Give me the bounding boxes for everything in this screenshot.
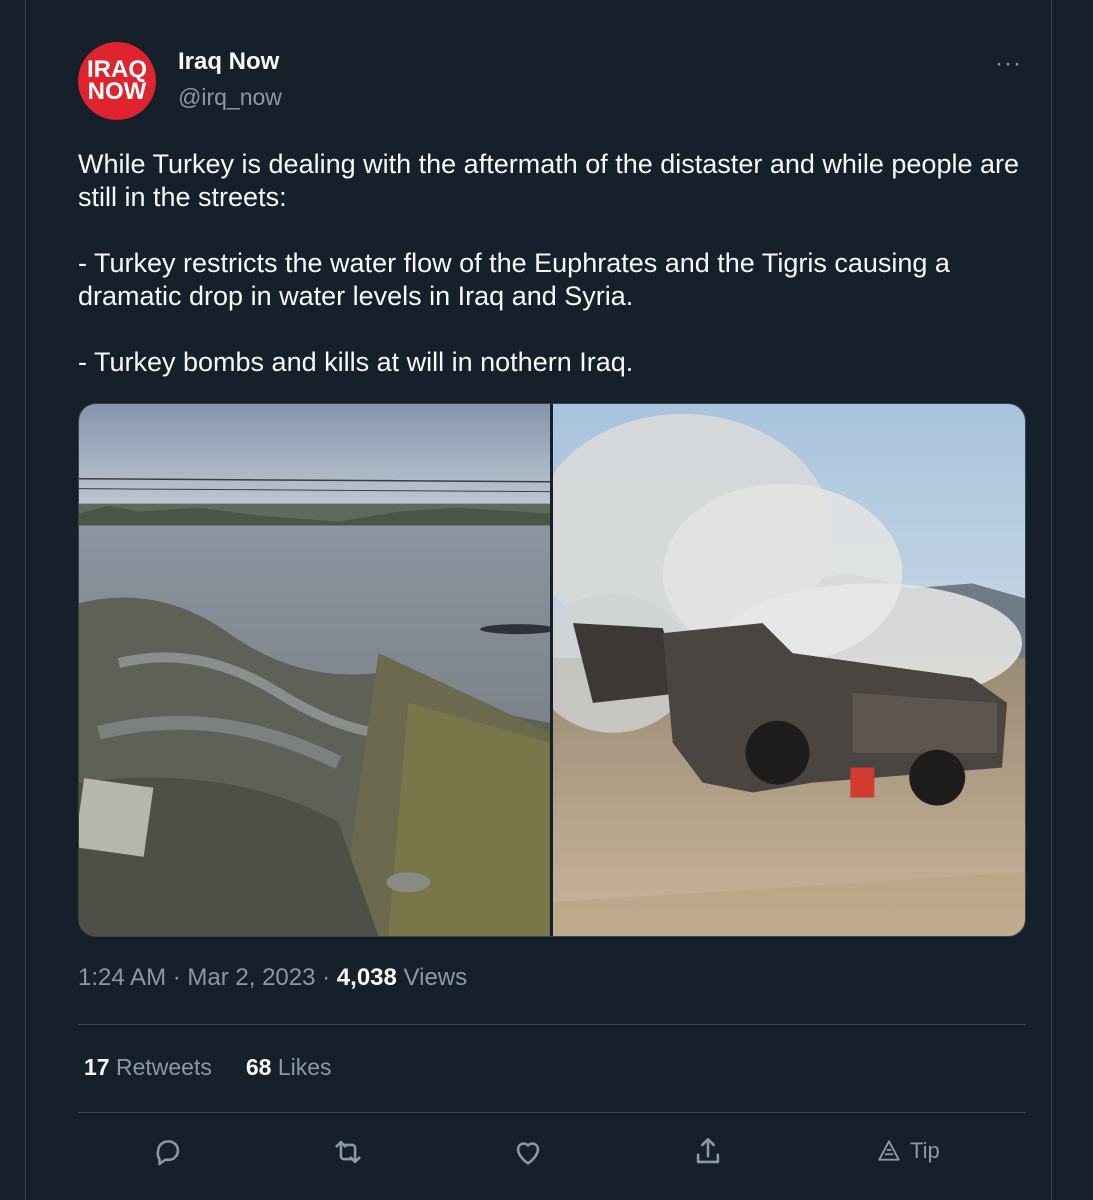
media-photo-burning-truck[interactable] (553, 404, 1025, 936)
avatar[interactable]: IRAQ NOW (78, 42, 156, 120)
divider (78, 1024, 1026, 1025)
tweet-paragraph: - Turkey bombs and kills at will in noth… (78, 347, 634, 377)
tweet-meta: 1:24 AM · Mar 2, 2023 · 4,038 Views (78, 964, 467, 992)
burning-truck-photo (553, 404, 1025, 936)
retweets-label: Retweets (115, 1054, 212, 1080)
like-icon (516, 1142, 540, 1165)
share-icon (696, 1137, 720, 1164)
author-name[interactable]: Iraq Now (178, 48, 279, 76)
tweet-stats: 17 Retweets 68 Likes (84, 1054, 332, 1081)
reply-icon (156, 1140, 180, 1166)
divider (78, 1112, 1026, 1113)
retweet-button[interactable] (326, 1130, 370, 1174)
likes-stat[interactable]: 68 Likes (246, 1054, 332, 1080)
retweets-stat[interactable]: 17 Retweets (84, 1054, 212, 1080)
retweet-icon (335, 1140, 361, 1164)
reply-button[interactable] (146, 1130, 190, 1174)
tweet-text: While Turkey is dealing with the afterma… (78, 148, 1038, 412)
avatar-logo-text: NOW (87, 78, 147, 105)
tip-icon (878, 1140, 900, 1161)
tweet-media (78, 403, 1026, 937)
tweet-actions: Tip (78, 1130, 1026, 1180)
views-count: 4,038 (336, 964, 397, 991)
tip-label: Tip (910, 1138, 940, 1163)
dry-river-photo (79, 404, 550, 936)
more-options-icon[interactable]: ··· (995, 50, 1022, 78)
tip-button[interactable]: Tip (876, 1138, 940, 1164)
retweets-count: 17 (84, 1054, 110, 1080)
media-photo-dry-river[interactable] (79, 404, 553, 936)
author-handle[interactable]: @irq_now (178, 84, 282, 111)
tweet-paragraph: - Turkey restricts the water flow of the… (78, 248, 950, 311)
share-button[interactable] (686, 1130, 730, 1174)
tweet-paragraph: While Turkey is dealing with the afterma… (78, 149, 1020, 212)
views-label: Views (403, 964, 468, 991)
tweet-date[interactable]: Mar 2, 2023 (187, 964, 315, 991)
likes-label: Likes (277, 1054, 332, 1080)
tweet-time[interactable]: 1:24 AM (78, 964, 166, 991)
meta-separator: · (166, 964, 188, 991)
meta-separator: · (315, 964, 337, 991)
like-button[interactable] (506, 1130, 550, 1174)
likes-count: 68 (245, 1054, 272, 1080)
